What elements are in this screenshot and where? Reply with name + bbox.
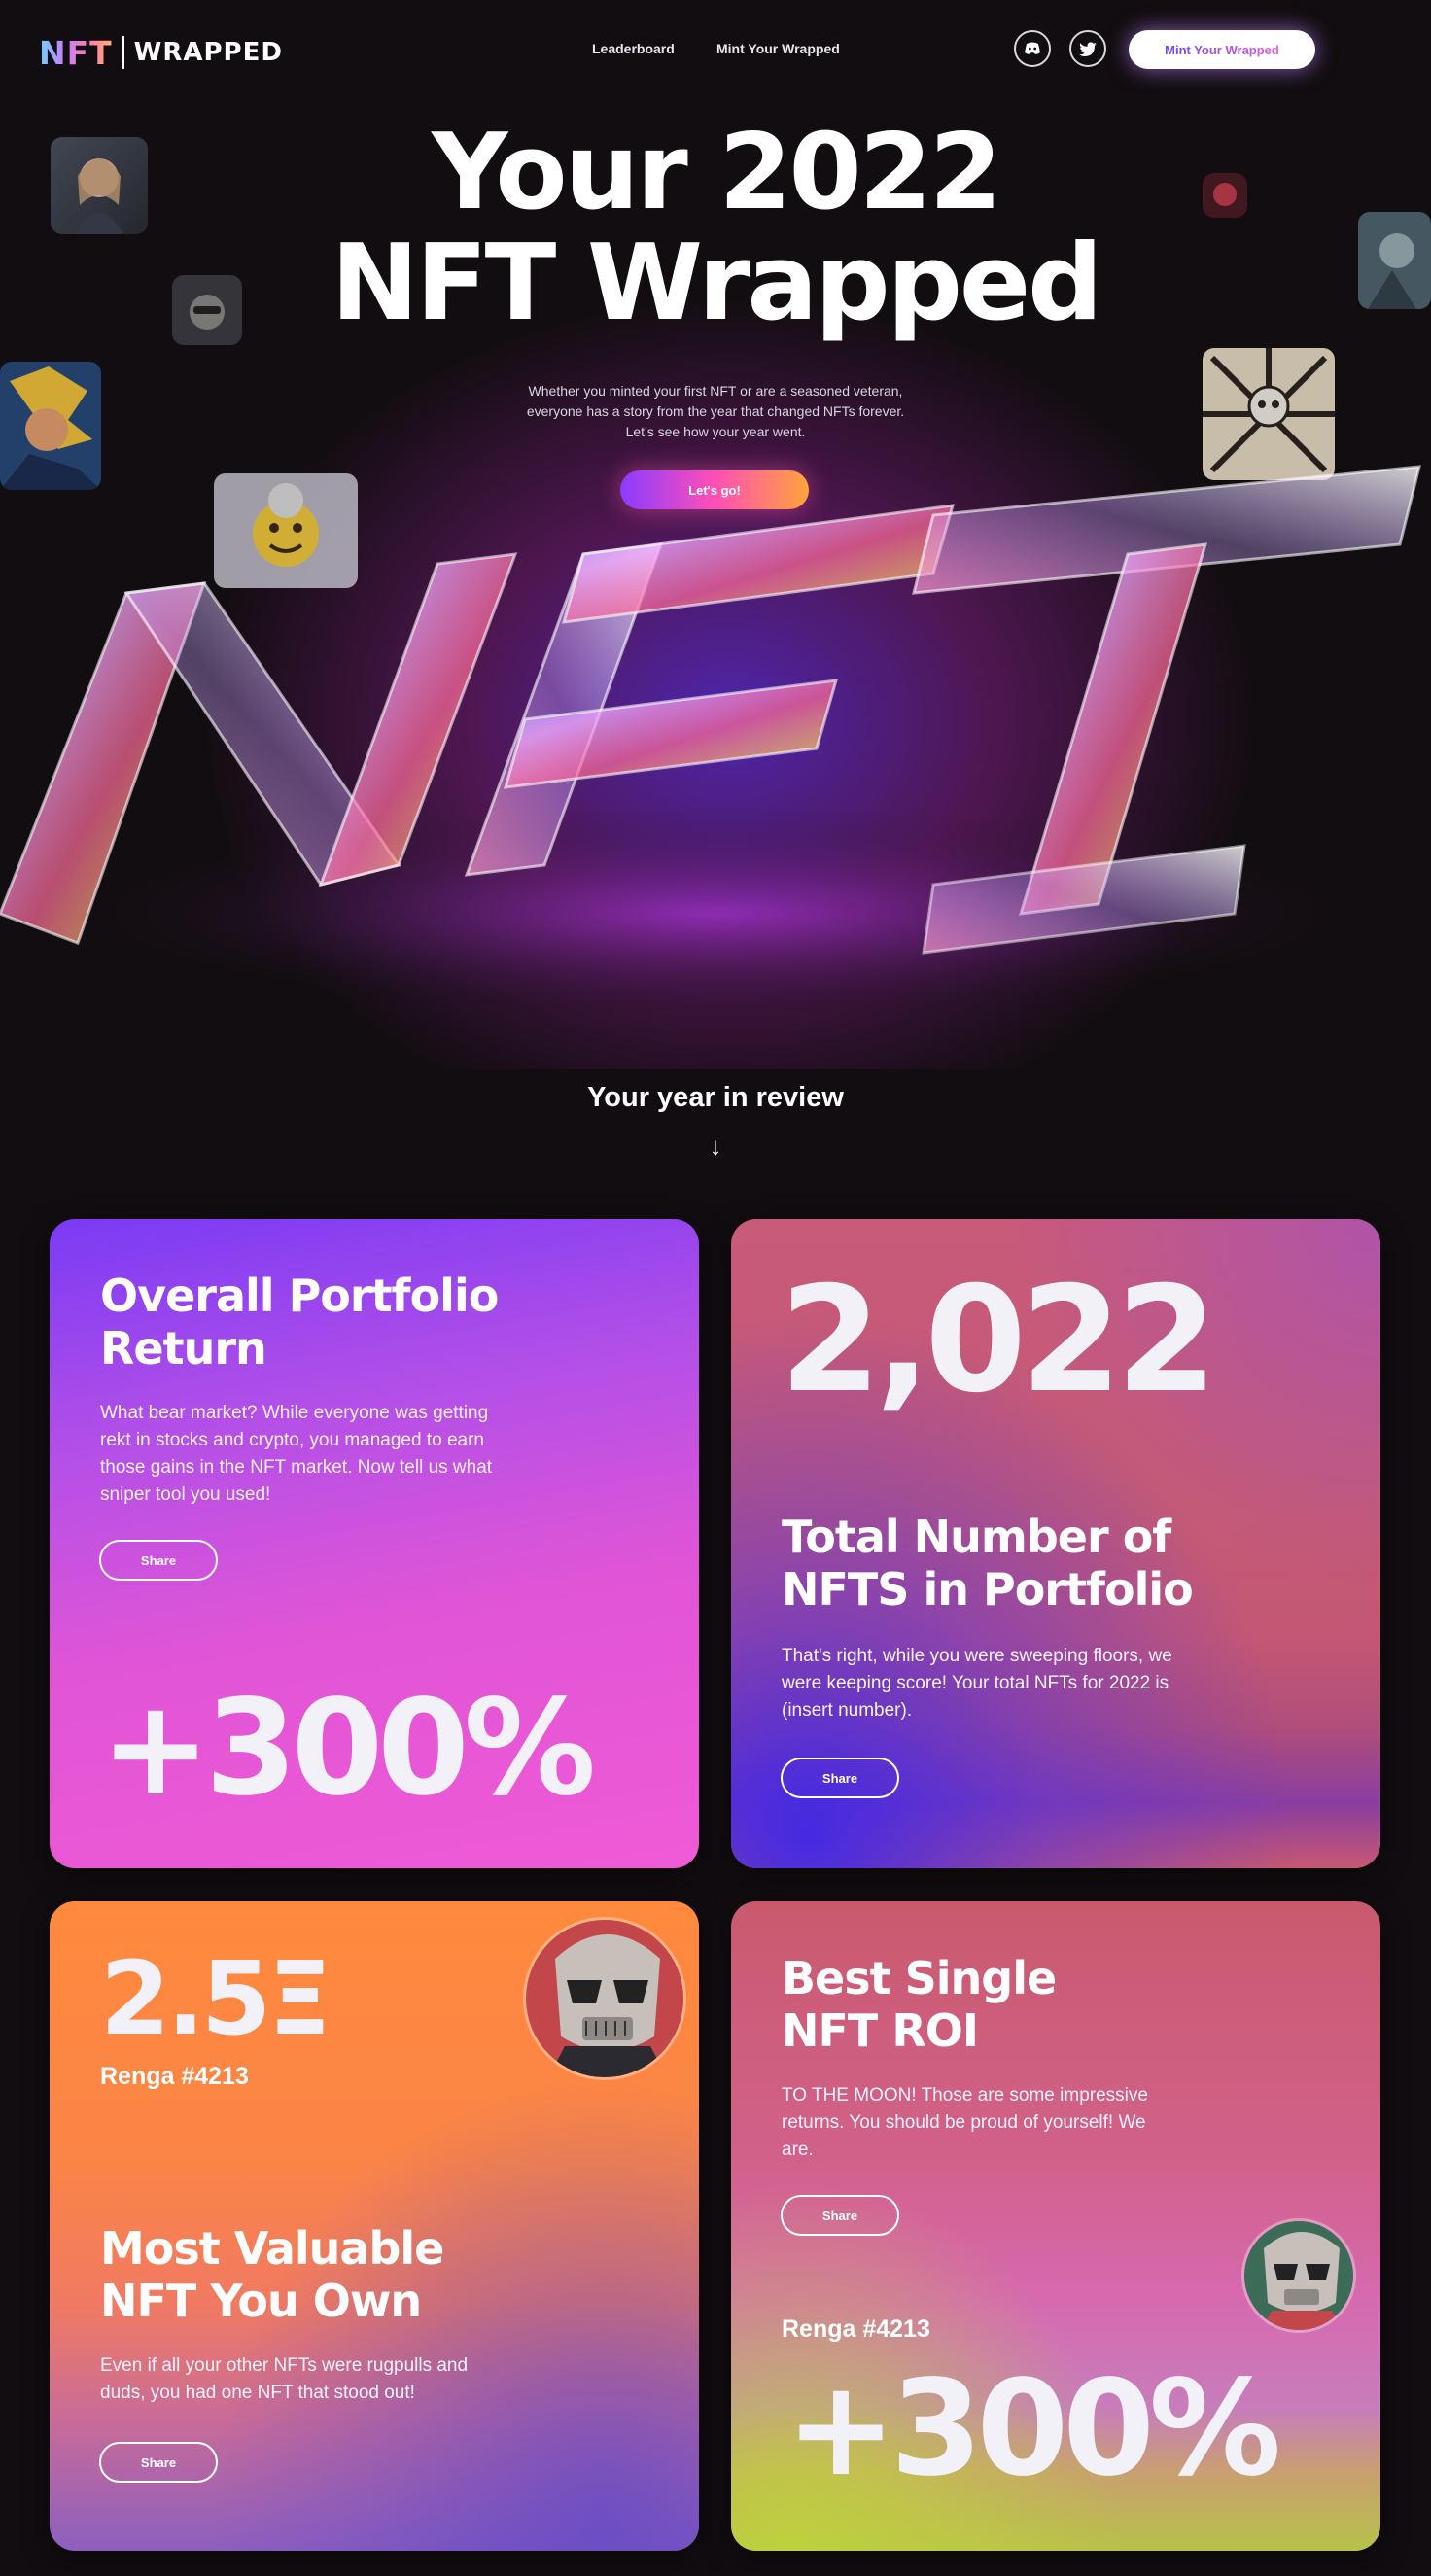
best-roi-value: +300% <box>785 2352 1281 2506</box>
portfolio-description: What bear market? While everyone was get… <box>100 1400 547 1509</box>
total-nfts-title-line2: NFTS in Portfolio <box>782 1563 1194 1616</box>
hero-subtitle: Whether you minted your first NFT or are… <box>472 381 959 442</box>
discord-icon <box>1025 42 1040 54</box>
logo[interactable]: NFT WRAPPED <box>39 33 283 72</box>
portfolio-description-line3: those gains in the NFT market. Now tell … <box>100 1457 493 1478</box>
portfolio-title-line2: Return <box>100 1322 267 1375</box>
total-nfts-value: 2,022 <box>780 1256 1217 1425</box>
portfolio-return-value: +300% <box>100 1672 596 1826</box>
most-valuable-share-button[interactable]: Share <box>99 2442 218 2483</box>
best-roi-card: Best Single NFT ROI TO THE MOON! Those a… <box>731 1901 1380 2551</box>
total-nfts-description-line1: That's right, while you were sweeping fl… <box>782 1646 1172 1666</box>
total-nfts-description-line2: were keeping score! Your total NFTs for … <box>782 1673 1169 1693</box>
best-roi-description: TO THE MOON! Those are some impressive r… <box>782 2082 1209 2164</box>
best-roi-title-line2: NFT ROI <box>782 2004 979 2057</box>
hero-subtitle-line2: everyone has a story from the year that … <box>526 403 905 419</box>
arrow-down-icon[interactable]: ↓ <box>704 1131 727 1162</box>
most-valuable-description-line1: Even if all your other NFTs were rugpull… <box>100 2355 469 2376</box>
logo-mark: NFT <box>39 33 113 72</box>
best-roi-description-line2: returns. You should be proud of yourself… <box>782 2112 1146 2133</box>
renga-avatar-small[interactable] <box>1241 2218 1356 2333</box>
twitter-button[interactable] <box>1069 30 1106 67</box>
total-nfts-card: 2,022 Total Number of NFTS in Portfolio … <box>731 1219 1380 1868</box>
total-nfts-description-line3: (insert number). <box>782 1700 913 1721</box>
nav-leaderboard-link[interactable]: Leaderboard <box>592 41 675 56</box>
portfolio-title-line1: Overall Portfolio <box>100 1270 499 1322</box>
most-valuable-title: Most Valuable NFT You Own <box>100 2222 444 2327</box>
portfolio-description-line1: What bear market? While everyone was get… <box>100 1403 489 1423</box>
total-nfts-title: Total Number of NFTS in Portfolio <box>782 1511 1194 1616</box>
most-valuable-description: Even if all your other NFTs were rugpull… <box>100 2352 567 2407</box>
most-valuable-title-line1: Most Valuable <box>100 2222 444 2275</box>
year-in-review-heading: Your year in review <box>587 1082 844 1113</box>
total-nfts-description: That's right, while you were sweeping fl… <box>782 1643 1248 1724</box>
portfolio-share-button[interactable]: Share <box>99 1540 218 1581</box>
mint-button-label: Mint Your Wrapped <box>1165 42 1279 57</box>
hero-title-line1: Your 2022 <box>432 112 1002 233</box>
nft-glass-sculpture <box>0 465 1421 1011</box>
most-valuable-description-line2: duds, you had one NFT that stood out! <box>100 2383 415 2403</box>
most-valuable-value: 2.5Ξ <box>100 1939 332 2058</box>
discord-button[interactable] <box>1014 30 1051 67</box>
logo-word: WRAPPED <box>133 38 283 67</box>
total-nfts-share-button[interactable]: Share <box>781 1758 899 1798</box>
hero-subtitle-line1: Whether you minted your first NFT or are… <box>528 383 903 399</box>
best-roi-share-button[interactable]: Share <box>781 2195 899 2236</box>
portfolio-description-line2: rekt in stocks and crypto, you managed t… <box>100 1430 484 1450</box>
most-valuable-title-line2: NFT You Own <box>100 2275 422 2327</box>
portfolio-description-line4: sniper tool you used! <box>100 1484 271 1505</box>
nav-mint-link[interactable]: Mint Your Wrapped <box>716 41 840 56</box>
best-roi-title-line1: Best Single <box>782 1952 1057 2004</box>
best-roi-title: Best Single NFT ROI <box>782 1952 1057 2057</box>
most-valuable-card: 2.5Ξ Renga #4213 Most Valuable NFT You O… <box>50 1901 699 2551</box>
best-roi-description-line1: TO THE MOON! Those are some impressive <box>782 2085 1148 2106</box>
portfolio-title: Overall Portfolio Return <box>100 1270 499 1375</box>
best-roi-description-line3: are. <box>782 2140 814 2160</box>
logo-divider <box>122 36 124 69</box>
most-valuable-token-name: Renga #4213 <box>100 2063 249 2090</box>
twitter-icon <box>1079 41 1097 56</box>
best-roi-token-name: Renga #4213 <box>782 2315 930 2343</box>
portfolio-return-card: Overall Portfolio Return What bear marke… <box>50 1219 699 1868</box>
renga-avatar[interactable] <box>523 1917 686 2080</box>
hero-subtitle-line3: Let's see how your year went. <box>625 424 806 439</box>
hero-title-line2: NFT Wrapped <box>331 223 1103 344</box>
total-nfts-title-line1: Total Number of <box>782 1511 1171 1563</box>
mint-your-wrapped-button[interactable]: Mint Your Wrapped <box>1129 30 1315 69</box>
